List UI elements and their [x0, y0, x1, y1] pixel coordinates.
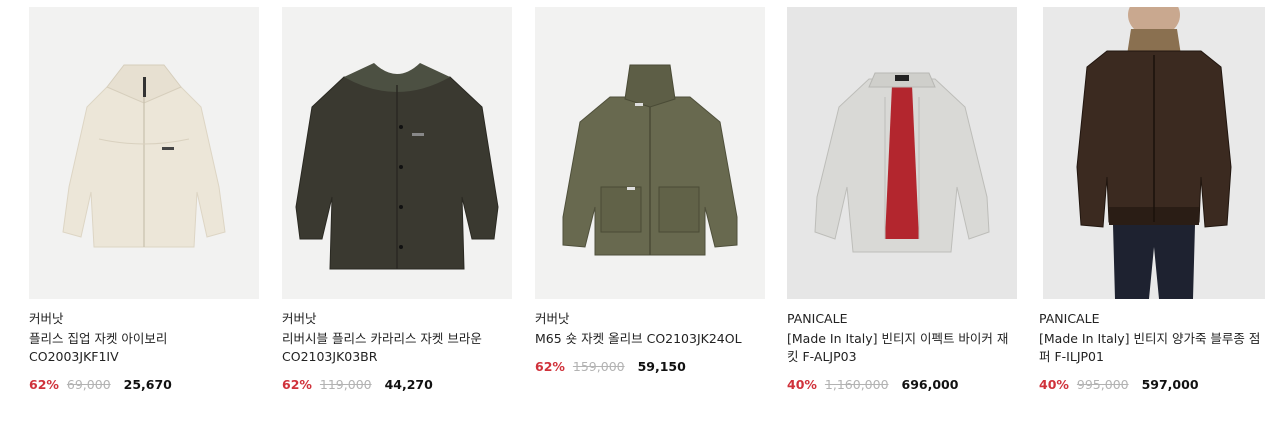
brand-name[interactable]: 커버낫 — [535, 310, 767, 328]
discount-rate: 40% — [1039, 377, 1069, 392]
sale-price: 25,670 — [123, 377, 172, 392]
discount-rate: 62% — [282, 377, 312, 392]
brand-name[interactable]: 커버낫 — [282, 310, 514, 328]
sale-price: 597,000 — [1141, 377, 1199, 392]
product-image[interactable] — [1043, 7, 1265, 299]
product-image[interactable] — [787, 7, 1017, 299]
product-image[interactable] — [535, 7, 765, 299]
original-price: 159,000 — [572, 359, 625, 374]
product-name[interactable]: [Made In Italy] 빈티지 이펙트 바이커 재 킷 F-ALJP03 — [787, 330, 1019, 366]
product-grid: 커버낫 플리스 집업 자켓 아이보리 CO2003JKF1IV 62% 69,0… — [0, 0, 1282, 432]
price-row: 62% 159,000 59,150 — [535, 358, 767, 376]
price-row: 62% 69,000 25,670 — [29, 376, 261, 394]
product-name[interactable]: 플리스 집업 자켓 아이보리 CO2003JKF1IV — [29, 330, 261, 366]
brand-name[interactable]: PANICALE — [787, 310, 1019, 328]
price-row: 62% 119,000 44,270 — [282, 376, 514, 394]
sale-price: 44,270 — [384, 377, 433, 392]
brown-reversible-fleece-jacket-image — [282, 7, 512, 299]
discount-rate: 62% — [535, 359, 565, 374]
original-price: 119,000 — [319, 377, 372, 392]
brand-name[interactable]: 커버낫 — [29, 310, 261, 328]
original-price: 1,160,000 — [824, 377, 889, 392]
discount-rate: 40% — [787, 377, 817, 392]
discount-rate: 62% — [29, 377, 59, 392]
product-name[interactable]: 리버시블 플리스 카라리스 자켓 브라운 CO2103JK03BR — [282, 330, 514, 366]
product-image[interactable] — [282, 7, 512, 299]
price-row: 40% 1,160,000 696,000 — [787, 376, 1019, 394]
original-price: 69,000 — [66, 377, 111, 392]
sale-price: 696,000 — [901, 377, 959, 392]
brand-name[interactable]: PANICALE — [1039, 310, 1271, 328]
brown-leather-blouson-image — [1043, 7, 1265, 299]
product-name[interactable]: M65 숏 자켓 올리브 CO2103JK24OL — [535, 330, 767, 348]
price-row: 40% 995,000 597,000 — [1039, 376, 1271, 394]
sale-price: 59,150 — [637, 359, 686, 374]
white-leather-biker-jacket-image — [787, 7, 1017, 299]
ivory-fleece-zip-jacket-image — [29, 7, 259, 299]
original-price: 995,000 — [1076, 377, 1129, 392]
olive-m65-short-jacket-image — [535, 7, 765, 299]
product-name[interactable]: [Made In Italy] 빈티지 양가죽 블루종 점 퍼 F-ILJP01 — [1039, 330, 1271, 366]
product-image[interactable] — [29, 7, 259, 299]
